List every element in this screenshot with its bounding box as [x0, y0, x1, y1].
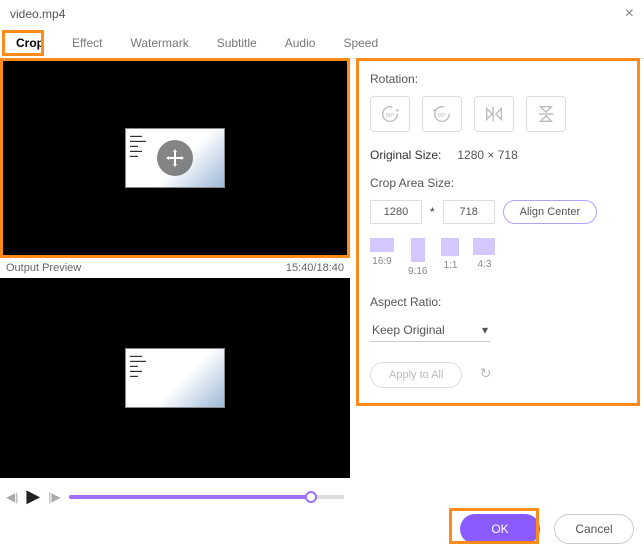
ratio-16-9[interactable]: 16:9: [370, 238, 394, 277]
ratio-4-3[interactable]: 4:3: [473, 238, 495, 277]
rotate-ccw-icon[interactable]: 90°: [422, 96, 462, 132]
crop-panel: Rotation: 90° 90° Original Size: 1280 × …: [356, 58, 640, 515]
crop-area-label: Crop Area Size:: [370, 176, 632, 190]
playback-controls: ◀| ▶ |▶: [0, 478, 350, 515]
flip-vertical-icon[interactable]: [526, 96, 566, 132]
original-size-label: Original Size:: [370, 148, 441, 162]
seek-slider[interactable]: [69, 495, 344, 499]
rotate-cw-icon[interactable]: 90°: [370, 96, 410, 132]
chevron-down-icon: ▾: [482, 323, 488, 337]
tab-speed[interactable]: Speed: [329, 28, 392, 58]
svg-text:90°: 90°: [438, 113, 446, 119]
crop-width-input[interactable]: [370, 200, 422, 224]
original-size-value: 1280 × 718: [457, 148, 517, 162]
aspect-ratio-select[interactable]: Keep Original ▾: [370, 319, 490, 342]
output-preview-label: Output Preview: [6, 262, 81, 274]
reset-icon[interactable]: ↻: [480, 365, 492, 382]
ratio-1-1[interactable]: 1:1: [441, 238, 459, 277]
seek-thumb[interactable]: [305, 491, 317, 503]
output-thumbnail: ▬▬▬▬▬▬▬▬▬▬▬▬▬▬: [125, 348, 225, 408]
svg-text:90°: 90°: [386, 113, 394, 119]
video-thumbnail[interactable]: ▬▬▬▬▬▬▬▬▬▬▬▬▬▬: [125, 128, 225, 188]
titlebar: video.mp4 ×: [0, 0, 644, 28]
output-preview: ▬▬▬▬▬▬▬▬▬▬▬▬▬▬: [0, 278, 350, 478]
close-icon[interactable]: ×: [625, 5, 634, 23]
flip-horizontal-icon[interactable]: [474, 96, 514, 132]
cancel-button[interactable]: Cancel: [554, 514, 634, 544]
align-center-button[interactable]: Align Center: [503, 200, 598, 224]
play-icon[interactable]: ▶: [26, 486, 40, 507]
prev-frame-icon[interactable]: ◀|: [6, 490, 18, 504]
dialog-footer: OK Cancel: [460, 514, 634, 544]
tab-audio[interactable]: Audio: [271, 28, 330, 58]
next-frame-icon[interactable]: |▶: [48, 490, 60, 504]
ratio-9-16[interactable]: 9:16: [408, 238, 427, 277]
tab-watermark[interactable]: Watermark: [116, 28, 202, 58]
tabs: Crop Effect Watermark Subtitle Audio Spe…: [0, 28, 644, 59]
crop-sep: *: [430, 205, 435, 219]
tab-crop[interactable]: Crop: [2, 28, 58, 58]
move-arrows-icon[interactable]: [157, 140, 193, 176]
tab-subtitle[interactable]: Subtitle: [203, 28, 271, 58]
time-display: 15:40/18:40: [286, 262, 344, 274]
ok-button[interactable]: OK: [460, 514, 540, 544]
crop-height-input[interactable]: [443, 200, 495, 224]
file-title: video.mp4: [10, 7, 65, 21]
output-bar: Output Preview 15:40/18:40: [0, 258, 350, 278]
crop-preview[interactable]: ▬▬▬▬▬▬▬▬▬▬▬▬▬▬: [0, 58, 350, 258]
aspect-ratio-label: Aspect Ratio:: [370, 295, 632, 309]
rotation-label: Rotation:: [370, 72, 632, 86]
tab-effect[interactable]: Effect: [58, 28, 116, 58]
apply-to-all-button[interactable]: Apply to All: [370, 362, 462, 388]
